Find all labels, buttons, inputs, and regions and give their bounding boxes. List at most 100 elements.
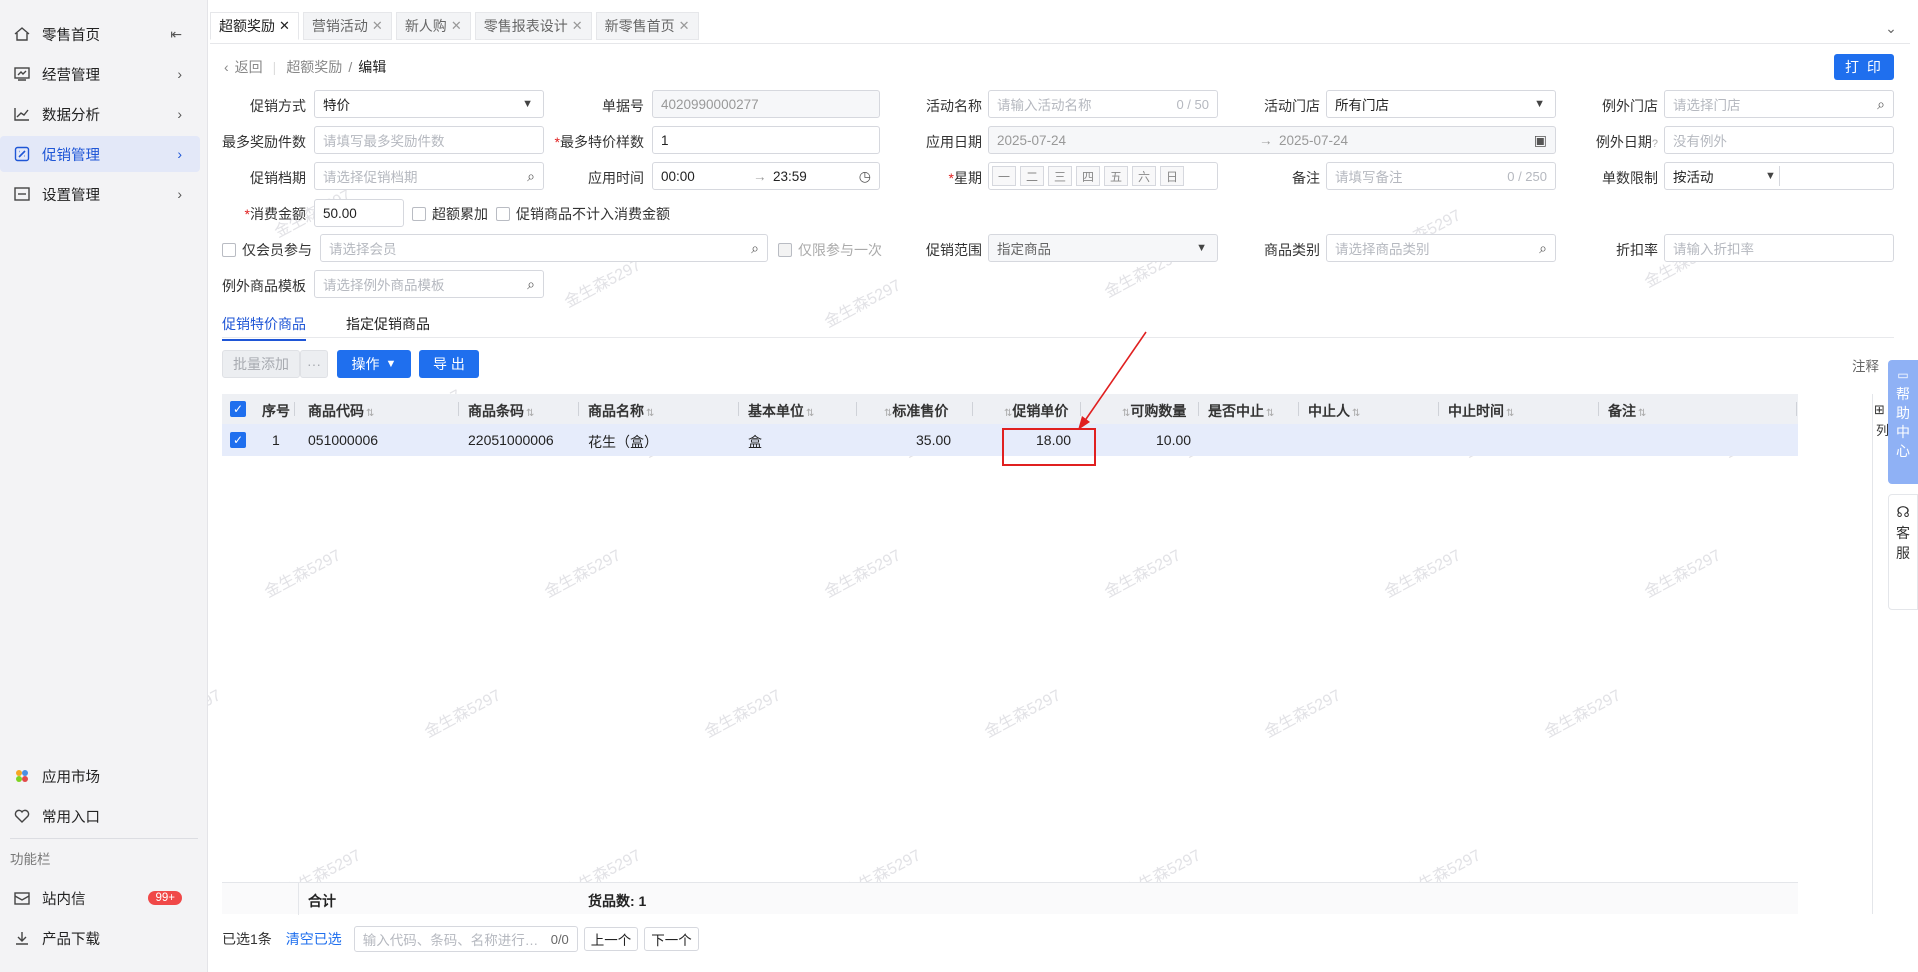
help-center-button[interactable]: ▭ 帮 助 中 心 bbox=[1888, 360, 1918, 484]
chevron-down-icon[interactable]: ⌄ bbox=[1872, 14, 1910, 42]
customer-service-button[interactable]: ☊ 客 服 bbox=[1888, 494, 1918, 610]
divider bbox=[1438, 402, 1439, 416]
sort-icon[interactable]: ⇅ bbox=[1352, 408, 1360, 419]
operations-button[interactable]: 操作 ▼ bbox=[337, 350, 411, 378]
vertical-scrollbar[interactable] bbox=[1872, 394, 1888, 914]
excess-accumulate-checkbox[interactable]: 超额累加 bbox=[412, 204, 488, 224]
col-stopped[interactable]: 是否中止 ⇅ bbox=[1208, 401, 1274, 421]
weekday-sun[interactable]: 日 bbox=[1160, 166, 1184, 186]
close-icon[interactable]: ✕ bbox=[279, 18, 290, 34]
divider bbox=[1198, 402, 1199, 416]
max-reward-input[interactable]: 请填写最多奖励件数 bbox=[314, 126, 544, 154]
sidebar-item-home[interactable]: 零售首页 ⇤ bbox=[0, 16, 208, 52]
search-icon[interactable]: ⌕ bbox=[1877, 96, 1885, 113]
amount-input[interactable]: 50.00 bbox=[314, 199, 404, 227]
col-remark[interactable]: 备注 ⇅ bbox=[1608, 401, 1646, 421]
sort-icon[interactable]: ⇅ bbox=[526, 408, 534, 419]
scope-select[interactable]: 指定商品 ▼ bbox=[988, 234, 1218, 262]
max-special-input[interactable]: 1 bbox=[652, 126, 880, 154]
col-stopper[interactable]: 中止人 ⇅ bbox=[1308, 401, 1360, 421]
limit-select[interactable]: 按活动 ▼ bbox=[1664, 162, 1894, 190]
weekday-wed[interactable]: 三 bbox=[1048, 166, 1072, 186]
exclude-date-label: 例外日期? bbox=[1562, 132, 1658, 152]
sort-icon[interactable]: ⇅ bbox=[366, 408, 374, 419]
col-stop-time[interactable]: 中止时间 ⇅ bbox=[1448, 401, 1514, 421]
member-only-checkbox[interactable]: 仅会员参与 bbox=[222, 240, 312, 260]
weekday-tue[interactable]: 二 bbox=[1020, 166, 1044, 186]
collapse-sidebar-icon[interactable]: ⇤ bbox=[170, 26, 182, 43]
promo-type-select[interactable]: 特价 ▼ bbox=[314, 90, 544, 118]
search-icon[interactable]: ⌕ bbox=[527, 276, 535, 293]
sidebar-item-label: 经营管理 bbox=[42, 67, 100, 84]
clock-icon[interactable]: ◷ bbox=[859, 168, 871, 185]
sort-icon[interactable]: ⇅ bbox=[646, 408, 654, 419]
col-code[interactable]: 商品代码 ⇅ bbox=[308, 401, 374, 421]
sort-icon[interactable]: ⇅ bbox=[1266, 408, 1274, 419]
exclude-amount-checkbox[interactable]: 促销商品不计入消费金额 bbox=[496, 204, 670, 224]
tab-report-design[interactable]: 零售报表设计 ✕ bbox=[474, 12, 592, 40]
annotation-link[interactable]: 注释 bbox=[1852, 355, 1879, 375]
col-std-price[interactable]: ⇅标准售价 bbox=[882, 401, 948, 421]
next-button[interactable]: 下一个 bbox=[644, 927, 699, 951]
export-button[interactable]: 导 出 bbox=[419, 350, 479, 378]
help-icon[interactable]: ? bbox=[1652, 138, 1658, 150]
close-icon[interactable]: ✕ bbox=[572, 18, 583, 34]
col-name[interactable]: 商品名称 ⇅ bbox=[588, 401, 654, 421]
sidebar-item-app-market[interactable]: 应用市场 bbox=[0, 758, 208, 794]
category-input[interactable]: 请选择商品类别 ⌕ bbox=[1326, 234, 1556, 262]
sidebar-item-analysis[interactable]: 数据分析 › bbox=[0, 96, 208, 132]
weekday-mon[interactable]: 一 bbox=[992, 166, 1016, 186]
search-icon[interactable]: ⌕ bbox=[1539, 240, 1547, 257]
weekday-sat[interactable]: 六 bbox=[1132, 166, 1156, 186]
cell-qty[interactable]: 10.00 bbox=[1156, 432, 1191, 448]
select-all-checkbox[interactable]: ✓ bbox=[230, 401, 246, 417]
discount-input[interactable]: 请输入折扣率 bbox=[1664, 234, 1894, 262]
row-checkbox[interactable]: ✓ bbox=[230, 432, 246, 448]
close-icon[interactable]: ✕ bbox=[679, 18, 690, 34]
sidebar-item-download[interactable]: 产品下载 bbox=[0, 920, 208, 956]
apply-date-range[interactable]: 2025-07-24 → 2025-07-24 ▣ bbox=[988, 126, 1556, 154]
apply-time-range[interactable]: 00:00 → 23:59 ◷ bbox=[652, 162, 880, 190]
template-input[interactable]: 请选择例外商品模板 ⌕ bbox=[314, 270, 544, 298]
tab-assigned-goods[interactable]: 指定促销商品 bbox=[346, 314, 430, 334]
sidebar-item-messages[interactable]: 站内信 99+ bbox=[0, 880, 208, 916]
locate-search-input[interactable]: 输入代码、条码、名称进行… 0/0 bbox=[353, 926, 578, 952]
sort-icon[interactable]: ⇅ bbox=[1638, 408, 1646, 419]
col-barcode[interactable]: 商品条码 ⇅ bbox=[468, 401, 534, 421]
back-link[interactable]: 返回 bbox=[235, 57, 263, 77]
clear-selection-link[interactable]: 清空已选 bbox=[286, 929, 342, 949]
sidebar-item-promotion[interactable]: 促销管理 › bbox=[0, 136, 200, 172]
tab-marketing[interactable]: 营销活动 ✕ bbox=[302, 12, 392, 40]
sidebar-item-business[interactable]: 经营管理 › bbox=[0, 56, 208, 92]
chevron-left-icon[interactable]: ‹ bbox=[224, 59, 229, 75]
activity-store-select[interactable]: 所有门店 ▼ bbox=[1326, 90, 1556, 118]
remark-input[interactable]: 请填写备注 0 / 250 bbox=[1326, 162, 1556, 190]
sidebar-item-settings[interactable]: 设置管理 › bbox=[0, 176, 208, 212]
char-count: 0 / 50 bbox=[1176, 96, 1209, 112]
sidebar-item-favorites[interactable]: 常用入口 bbox=[0, 798, 208, 834]
exclude-store-input[interactable]: 请选择门店 ⌕ bbox=[1664, 90, 1894, 118]
tab-new-customer[interactable]: 新人购 ✕ bbox=[395, 12, 471, 40]
weekday-thu[interactable]: 四 bbox=[1076, 166, 1100, 186]
col-promo-price[interactable]: ⇅促销单价 bbox=[1002, 401, 1068, 421]
search-icon[interactable]: ⌕ bbox=[751, 240, 759, 257]
sort-icon[interactable]: ⇅ bbox=[806, 408, 814, 419]
tab-new-retail-home[interactable]: 新零售首页 ✕ bbox=[595, 12, 699, 40]
search-icon[interactable]: ⌕ bbox=[527, 168, 535, 185]
print-button[interactable]: 打 印 bbox=[1834, 54, 1894, 80]
column-setting-icon[interactable]: ⊞ bbox=[1874, 402, 1885, 418]
exclude-date-input[interactable]: 没有例外 bbox=[1664, 126, 1894, 154]
sort-icon[interactable]: ⇅ bbox=[1506, 408, 1514, 419]
col-unit[interactable]: 基本单位 ⇅ bbox=[748, 401, 814, 421]
activity-name-input[interactable]: 请输入活动名称 0 / 50 bbox=[988, 90, 1218, 118]
weekday-fri[interactable]: 五 bbox=[1104, 166, 1128, 186]
prev-button[interactable]: 上一个 bbox=[583, 927, 639, 951]
close-icon[interactable]: ✕ bbox=[372, 18, 383, 34]
calendar-icon[interactable]: ▣ bbox=[1534, 132, 1547, 149]
close-icon[interactable]: ✕ bbox=[451, 18, 462, 34]
member-input[interactable]: 请选择会员 ⌕ bbox=[320, 234, 768, 262]
breadcrumb-parent[interactable]: 超额奖励 bbox=[286, 57, 342, 77]
promo-file-input[interactable]: 请选择促销档期 ⌕ bbox=[314, 162, 544, 190]
tab-special-goods[interactable]: 促销特价商品 bbox=[222, 314, 306, 341]
tab-excess-reward[interactable]: 超额奖励 ✕ bbox=[210, 12, 299, 40]
